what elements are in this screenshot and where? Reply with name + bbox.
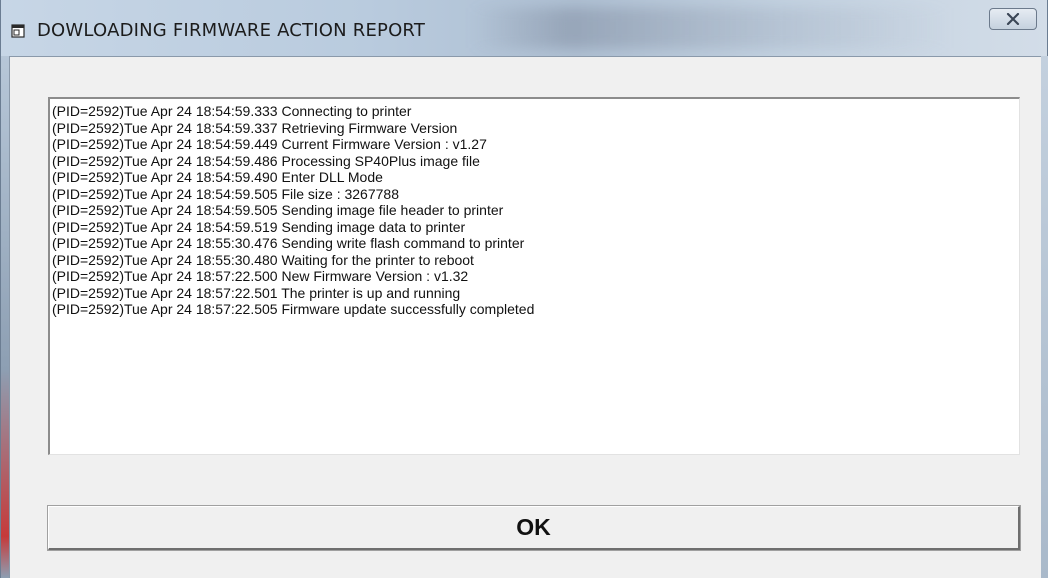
dialog-client-area: (PID=2592)Tue Apr 24 18:54:59.333 Connec… xyxy=(9,56,1041,578)
log-line: (PID=2592)Tue Apr 24 18:54:59.505 File s… xyxy=(52,185,399,202)
ok-button[interactable]: OK xyxy=(47,505,1021,551)
log-line: (PID=2592)Tue Apr 24 18:54:59.449 Curren… xyxy=(52,136,487,152)
dialog-window: DOWLOADING FIRMWARE ACTION REPORT (PID=2… xyxy=(0,0,1048,578)
log-line: (PID=2592)Tue Apr 24 18:57:22.500 New Fi… xyxy=(52,268,469,284)
window-app-icon xyxy=(11,24,25,38)
log-line: (PID=2592)Tue Apr 24 18:54:59.486 Proces… xyxy=(52,152,480,169)
close-button[interactable] xyxy=(989,8,1037,30)
window-title: DOWLOADING FIRMWARE ACTION REPORT xyxy=(37,20,426,41)
right-window-border xyxy=(1041,56,1048,578)
title-bar-background-blur xyxy=(471,8,951,48)
log-line: (PID=2592)Tue Apr 24 18:54:59.519 Sendin… xyxy=(52,218,466,235)
left-window-border xyxy=(1,56,9,578)
log-line: (PID=2592)Tue Apr 24 18:55:30.476 Sendin… xyxy=(52,235,525,251)
action-report-log[interactable]: (PID=2592)Tue Apr 24 18:54:59.333 Connec… xyxy=(48,97,1020,455)
log-line: (PID=2592)Tue Apr 24 18:57:22.501 The pr… xyxy=(52,284,461,301)
log-line: (PID=2592)Tue Apr 24 18:54:59.505 Sendin… xyxy=(52,202,504,218)
log-line: (PID=2592)Tue Apr 24 18:54:59.333 Connec… xyxy=(52,103,412,119)
title-bar[interactable]: DOWLOADING FIRMWARE ACTION REPORT xyxy=(1,0,1048,56)
log-line: (PID=2592)Tue Apr 24 18:54:59.490 Enter … xyxy=(52,169,383,185)
log-line: (PID=2592)Tue Apr 24 18:57:22.505 Firmwa… xyxy=(52,301,535,317)
log-line: (PID=2592)Tue Apr 24 18:55:30.480 Waitin… xyxy=(52,251,474,268)
close-icon xyxy=(1006,13,1020,25)
log-line: (PID=2592)Tue Apr 24 18:54:59.337 Retrie… xyxy=(52,119,458,136)
